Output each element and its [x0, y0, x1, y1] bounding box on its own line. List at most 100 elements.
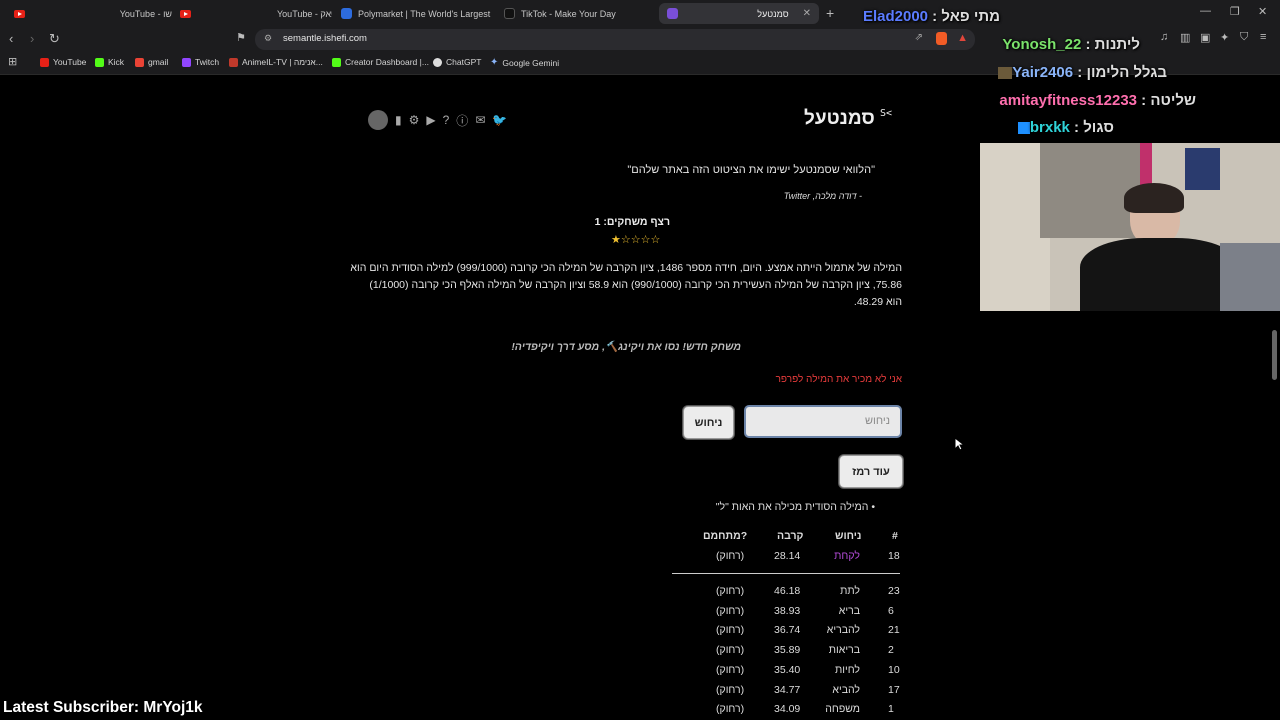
info-icon[interactable]: ⓘ [456, 112, 468, 129]
address-bar[interactable]: ⚙ semantle.ishefi.com ⇗ ▲ [255, 29, 975, 50]
guess-score: 46.18 [774, 585, 801, 597]
settings-icon[interactable]: ⚙ [409, 113, 420, 127]
animeil-icon [229, 57, 238, 67]
tab-youtube-1[interactable]: YouTube - שו [40, 3, 180, 24]
back-icon[interactable]: ‹ [9, 31, 13, 46]
guess-word: לתת [840, 585, 860, 597]
guess-num: 18 [888, 550, 900, 562]
bookmark-kick[interactable]: Kick [95, 57, 124, 67]
brave-rewards-icon[interactable]: ▲ [957, 32, 968, 44]
tab-tiktok[interactable]: TikTok - Make Your Day [496, 3, 656, 24]
tab-semantle[interactable]: סמנטעל ✕ [659, 3, 819, 24]
guess-word: להבריא [826, 624, 860, 637]
summary-line-3: הוא 48.29. [853, 296, 902, 308]
chat-text: בגלל הלימון [1086, 64, 1167, 81]
chat-text: מתי פאל [941, 8, 1000, 25]
chat-message: מתי פאל : Elad2000 [862, 8, 1000, 25]
new-game-banner[interactable]: משחק חדש! נסו את ויקינג🔨, מסע דרך ויקיפד… [511, 340, 741, 353]
guess-num: 23 [888, 585, 900, 597]
sidebar-icon[interactable]: ▥ [1180, 31, 1190, 44]
badge-icon [1017, 122, 1030, 135]
quote-source-link[interactable]: Twitter [784, 191, 810, 201]
tab-youtube-pinned[interactable] [6, 3, 26, 24]
media-icon[interactable]: ♫ [1160, 31, 1168, 43]
bookmark-label: Google Gemini [502, 57, 560, 68]
stats-icon[interactable]: ▮ [395, 113, 402, 127]
maximize-icon[interactable]: ❐ [1230, 5, 1240, 18]
apps-grid-icon[interactable]: ⊞ [8, 55, 17, 68]
stars-rating: ★☆☆☆☆ [611, 234, 661, 246]
guess-input-placeholder: ניחוש [864, 415, 890, 427]
polymarket-icon [341, 8, 352, 19]
tab-title: TikTok - Make Your Day [521, 8, 616, 19]
bookmark-label: Kick [108, 57, 125, 67]
kick-icon [95, 57, 104, 67]
chat-user: Elad2000 [862, 8, 929, 25]
guess-score: 38.93 [774, 604, 801, 617]
scrollbar-thumb[interactable] [1272, 330, 1277, 380]
vpn-icon[interactable]: ⛉ [1240, 31, 1248, 44]
twitter-icon[interactable]: 🐦 [492, 113, 507, 127]
hint-button[interactable]: עוד רמז [839, 455, 903, 488]
tab-youtube-2[interactable]: YouTube - פאק [172, 3, 332, 24]
bookmark-chatgpt[interactable]: ChatGPT [433, 57, 481, 67]
bookmark-label: AnimeIL-TV | אנימה... [242, 57, 323, 67]
bookmark-gemini[interactable]: ✦ Google Gemini [490, 57, 559, 68]
window-close-icon[interactable]: ✕ [1258, 5, 1267, 18]
avatar[interactable] [368, 110, 388, 130]
guess-status: (רחוק) [716, 550, 745, 562]
bookmark-creator-dashboard[interactable]: Creator Dashboard |... [332, 57, 429, 67]
menu-icon[interactable]: ≡ [1260, 31, 1266, 43]
guess-status: (רחוק) [716, 585, 745, 597]
quote-author-prefix: - דודה מלכה, [810, 191, 862, 201]
guess-word: לקחת [834, 550, 860, 562]
video-icon[interactable]: ▶ [426, 113, 435, 127]
badge-icon [998, 67, 1013, 80]
brave-shield-icon[interactable] [936, 32, 947, 45]
summary-line-1: המילה של אתמול הייתה אמצע. היום, חידה מס… [350, 262, 902, 274]
guess-score: 34.77 [774, 683, 801, 696]
semantle-icon [667, 8, 678, 19]
bookmark-twitch[interactable]: Twitch [182, 57, 219, 67]
streak-label: רצף משחקים: 1 [594, 216, 670, 228]
leo-ai-icon[interactable]: ✦ [1220, 31, 1229, 44]
chat-user: brxkk [1029, 119, 1070, 136]
twitch-icon [182, 57, 191, 67]
chat-message: ליתנות : Yonosh_22 [1002, 36, 1140, 53]
bookmark-label: gmail [148, 57, 169, 67]
reload-icon[interactable]: ↻ [49, 31, 60, 47]
wallet-icon[interactable]: ▣ [1200, 31, 1210, 44]
chat-text: סגול [1083, 119, 1114, 136]
share-icon[interactable]: ⇗ [915, 32, 923, 43]
bookmark-label: Twitch [195, 57, 220, 67]
minimize-icon[interactable]: — [1200, 5, 1211, 17]
tab-title: YouTube - שו [119, 8, 172, 19]
bookmark-youtube[interactable]: YouTube [40, 57, 86, 67]
guess-word: בריאות [828, 644, 860, 657]
kick-icon [332, 57, 341, 67]
bookmark-icon[interactable]: ⚑ [236, 31, 246, 44]
close-icon[interactable]: ✕ [803, 8, 811, 19]
site-info-icon[interactable]: ⚙ [264, 33, 272, 44]
table-divider [672, 573, 900, 574]
chat-text: שליטה [1150, 92, 1196, 109]
gemini-icon: ✦ [490, 57, 499, 68]
guess-status: (רחוק) [716, 624, 745, 637]
new-tab-button[interactable]: + [826, 5, 834, 21]
guess-input[interactable]: ניחוש [744, 405, 902, 438]
guess-status: (רחוק) [716, 644, 745, 657]
quote-author: - דודה מלכה, Twitter [784, 191, 862, 201]
quote-text: "הלוואי שסמנטעל ישימו את הציטוט הזה באתר… [627, 164, 875, 176]
bookmark-gmail[interactable]: gmail [135, 57, 168, 67]
chat-user: Yair2406 [1012, 64, 1074, 81]
tab-polymarket[interactable]: Polymarket | The World's Largest Pre [333, 3, 493, 24]
forward-icon[interactable]: › [30, 31, 34, 46]
mail-icon[interactable]: ✉ [475, 113, 485, 127]
help-icon[interactable]: ? [443, 113, 450, 127]
youtube-icon [180, 9, 191, 18]
guess-button[interactable]: ניחוש [683, 406, 734, 439]
guess-status: (רחוק) [716, 663, 745, 676]
youtube-icon [40, 57, 49, 67]
bookmark-animeil[interactable]: AnimeIL-TV | אנימה... [229, 57, 323, 67]
guess-word: לחיות [835, 663, 860, 676]
